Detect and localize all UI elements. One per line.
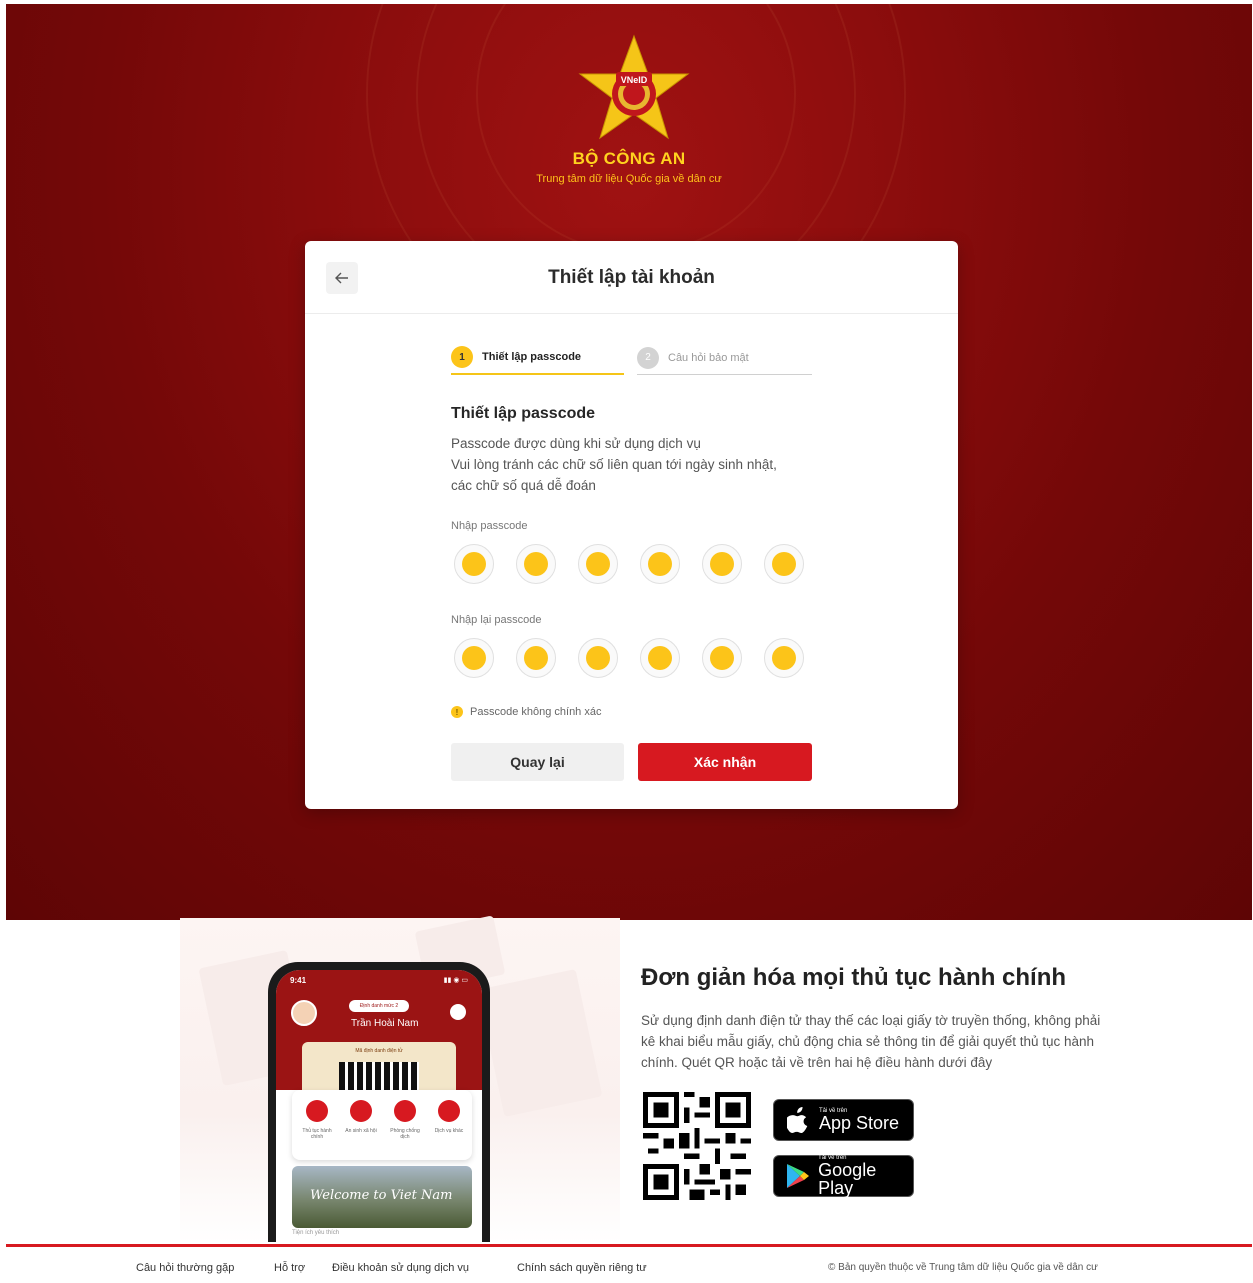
avatar [291, 1000, 317, 1026]
favorites-label: Tiện ích yêu thích [292, 1230, 340, 1236]
paper-decoration [477, 969, 603, 1117]
card-header: Thiết lập tài khoản [305, 241, 958, 314]
logo-text: VNeID [621, 75, 648, 85]
footer: Câu hỏi thường gặp Hỗ trợ Điều khoản sử … [6, 1247, 1252, 1283]
card-title: Thiết lập tài khoản [548, 267, 715, 288]
error-text: Passcode không chính xác [470, 706, 602, 718]
passcode-digit[interactable] [702, 638, 742, 678]
filled-dot [462, 646, 486, 670]
footer-link-support[interactable]: Hỗ trợ [274, 1262, 305, 1274]
description-line: Vui lòng tránh các chữ số liên quan tới … [451, 457, 777, 472]
signal-icon: ▮▮ ◉ ▭ [443, 977, 468, 984]
filled-dot [648, 552, 672, 576]
stepper: 1 Thiết lập passcode 2 Câu hỏi bảo mật [451, 341, 812, 375]
footer-link-faq[interactable]: Câu hỏi thường gặp [136, 1262, 234, 1274]
filled-dot [710, 646, 734, 670]
service-menu: Thủ tục hành chính An sinh xã hội Phòng … [292, 1090, 472, 1160]
org-subtitle: Trung tâm dữ liệu Quốc gia về dân cư [536, 173, 722, 185]
id-level-badge: Định danh mức 2 [349, 1000, 409, 1012]
emblem-logo: VNeID [578, 34, 690, 140]
step-label: Thiết lập passcode [482, 351, 582, 363]
footer-link-privacy[interactable]: Chính sách quyền riêng tư [517, 1262, 647, 1274]
setup-account-card: Thiết lập tài khoản 1 Thiết lập passcode… [305, 241, 958, 809]
passcode-digit[interactable] [454, 638, 494, 678]
store-big-label: App Store [819, 1113, 900, 1133]
download-qr-code[interactable] [643, 1092, 751, 1200]
description-line: Passcode được dùng khi sử dụng dịch vụ [451, 436, 701, 451]
health-icon [394, 1100, 416, 1122]
store-big-label: Google Play [818, 1160, 877, 1198]
passcode-label: Nhập passcode [451, 520, 528, 532]
passcode-digit[interactable] [516, 544, 556, 584]
passcode-digit[interactable] [640, 638, 680, 678]
filled-dot [710, 552, 734, 576]
step-security-question[interactable]: 2 Câu hỏi bảo mật [637, 341, 812, 375]
passcode-input[interactable] [454, 544, 804, 584]
status-time: 9:41 [290, 976, 307, 985]
google-play-icon [785, 1163, 810, 1189]
back-button[interactable]: Quay lại [451, 743, 624, 781]
promo-description: Sử dụng định danh điện tử thay thế các l… [641, 1013, 1101, 1070]
document-icon [306, 1100, 328, 1122]
apple-icon [785, 1107, 811, 1133]
filled-dot [462, 552, 486, 576]
copyright-text: © Bản quyền thuộc về Trung tâm dữ liệu Q… [828, 1262, 1098, 1273]
error-message: ! Passcode không chính xác [451, 706, 601, 718]
user-name: Trần Hoài Nam [351, 1018, 419, 1029]
more-icon [438, 1100, 460, 1122]
repeat-passcode-label: Nhập lại passcode [451, 614, 542, 626]
org-name: BỘ CÔNG AN [572, 149, 686, 168]
filled-dot [586, 646, 610, 670]
footer-link-terms[interactable]: Điều khoản sử dụng dịch vụ [332, 1262, 469, 1274]
app-store-button[interactable]: Tải về trên App Store [773, 1099, 914, 1141]
qr-card-label: Mã định danh điện tử [355, 1048, 403, 1054]
phone-mockup: 9:41 ▮▮ ◉ ▭ Định danh mức 2 Trần Hoài Na… [268, 962, 490, 1242]
phone-screen: 9:41 ▮▮ ◉ ▭ Định danh mức 2 Trần Hoài Na… [276, 970, 482, 1242]
section-title: Thiết lập passcode [451, 405, 596, 422]
bell-icon [450, 1004, 466, 1020]
filled-dot [586, 552, 610, 576]
passcode-digit[interactable] [516, 638, 556, 678]
step-number: 1 [451, 346, 473, 368]
step-label: Câu hỏi bảo mật [668, 351, 749, 364]
section-description: Passcode được dùng khi sử dụng dịch vụ V… [451, 433, 831, 496]
promo-title: Đơn giản hóa mọi thủ tục hành chính [641, 964, 1067, 991]
menu-label: Phòng chống dịch [390, 1128, 420, 1140]
menu-label: Dịch vụ khác [434, 1128, 464, 1134]
google-play-button[interactable]: Tải về trên Google Play [773, 1155, 914, 1197]
step-passcode[interactable]: 1 Thiết lập passcode [451, 341, 624, 375]
banner-text: Welcome to Viet Nam [310, 1188, 453, 1203]
step-number: 2 [637, 346, 659, 369]
filled-dot [648, 646, 672, 670]
menu-label: Thủ tục hành chính [302, 1128, 332, 1140]
passcode-digit[interactable] [702, 544, 742, 584]
menu-label: An sinh xã hội [345, 1128, 377, 1134]
passcode-digit[interactable] [764, 544, 804, 584]
passcode-digit[interactable] [578, 544, 618, 584]
confirm-button[interactable]: Xác nhận [638, 743, 812, 781]
filled-dot [524, 646, 548, 670]
warning-icon: ! [451, 706, 463, 718]
shield-icon [350, 1100, 372, 1122]
filled-dot [772, 646, 796, 670]
welcome-banner: Welcome to Viet Nam [292, 1166, 472, 1228]
repeat-passcode-input[interactable] [454, 638, 804, 678]
description-line: các chữ số quá dễ đoán [451, 478, 596, 493]
passcode-digit[interactable] [764, 638, 804, 678]
passcode-digit[interactable] [578, 638, 618, 678]
passcode-digit[interactable] [640, 544, 680, 584]
filled-dot [772, 552, 796, 576]
passcode-digit[interactable] [454, 544, 494, 584]
filled-dot [524, 552, 548, 576]
